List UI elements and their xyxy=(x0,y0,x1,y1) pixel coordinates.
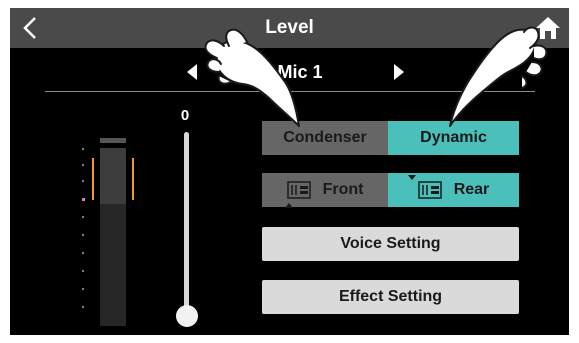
front-button[interactable]: Front xyxy=(262,173,388,208)
level-screen: Level Mic 1 0 Condenser Dynamic Front Re… xyxy=(10,8,569,335)
effect-setting-button[interactable]: Effect Setting xyxy=(262,280,519,314)
caret-up-icon xyxy=(285,203,293,208)
pointing-hand-icon xyxy=(449,26,548,127)
rear-button[interactable]: Rear xyxy=(388,173,519,207)
voice-setting-button[interactable]: Voice Setting xyxy=(262,227,519,261)
next-input-button[interactable] xyxy=(392,62,406,82)
caret-down-icon xyxy=(408,175,416,180)
meter-peak-right xyxy=(132,158,134,200)
fader-track[interactable] xyxy=(184,132,189,322)
voice-setting-label: Voice Setting xyxy=(340,235,441,252)
triangle-right-icon xyxy=(394,64,404,80)
pointing-hand-icon xyxy=(204,28,300,127)
meter-peak-hold xyxy=(100,138,126,143)
fader-knob[interactable] xyxy=(176,305,198,327)
mixer-rear-icon xyxy=(417,181,442,199)
meter-scale-dots xyxy=(82,148,85,308)
meter-upper-zone xyxy=(100,148,126,204)
meter-peak-left xyxy=(92,158,94,200)
rear-label: Rear xyxy=(453,181,490,198)
level-meter xyxy=(82,138,134,326)
front-label: Front xyxy=(322,181,364,198)
effect-setting-label: Effect Setting xyxy=(338,288,443,305)
mixer-front-icon xyxy=(286,181,311,199)
